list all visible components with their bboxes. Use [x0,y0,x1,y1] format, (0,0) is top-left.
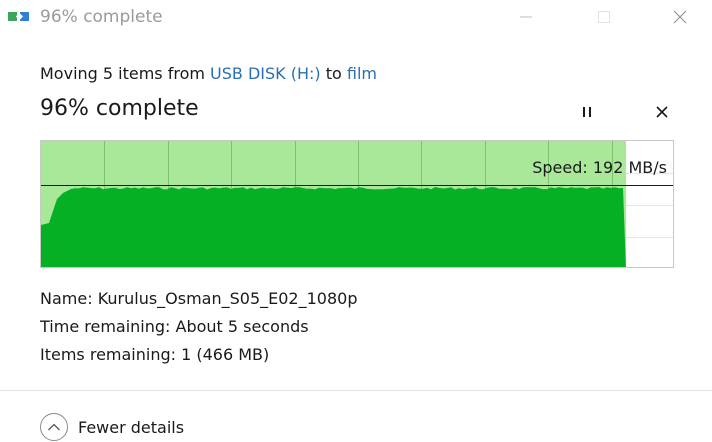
transfer-speed-graph: Speed: 192 MB/s [40,140,674,268]
name-value: Kurulus_Osman_S05_E02_1080p [97,289,358,308]
fewer-details-label: Fewer details [78,417,185,437]
items-remaining-row: Items remaining: 1 (466 MB) [40,345,269,364]
speed-area [41,187,626,267]
move-files-app-icon [8,9,32,25]
source-link[interactable]: USB DISK (H:) [210,64,321,83]
chevron-up-icon [40,413,68,441]
title-bar: 96% complete [0,0,712,36]
close-icon [673,9,687,28]
time-remaining-row: Time remaining: About 5 seconds [40,317,309,336]
close-window-button[interactable] [660,4,700,32]
maximize-button[interactable] [584,4,624,32]
name-label: Name: [40,289,98,308]
time-remaining-value: About 5 seconds [175,317,309,336]
percent-complete-heading: 96% complete [40,96,199,121]
fewer-details-toggle[interactable]: Fewer details [40,412,184,442]
cancel-icon [655,104,669,123]
operation-middle: to [320,64,347,83]
pause-icon [580,104,594,123]
items-remaining-label: Items remaining: [40,345,182,364]
destination-link[interactable]: film [347,64,377,83]
minimize-icon [519,9,533,28]
time-remaining-label: Time remaining: [40,317,176,336]
operation-description: Moving 5 items from USB DISK (H:) to fil… [40,64,377,83]
cancel-button[interactable] [650,102,674,124]
footer-divider [0,390,712,391]
window-title: 96% complete [40,7,163,27]
items-remaining-value: 1 (466 MB) [181,345,270,364]
maximize-icon [597,9,611,28]
minimize-button[interactable] [506,4,546,32]
operation-prefix: Moving 5 items from [40,64,211,83]
pause-button[interactable] [574,102,600,124]
speed-label: Speed: 192 MB/s [532,158,667,177]
name-row: Name: Kurulus_Osman_S05_E02_1080p [40,289,357,308]
